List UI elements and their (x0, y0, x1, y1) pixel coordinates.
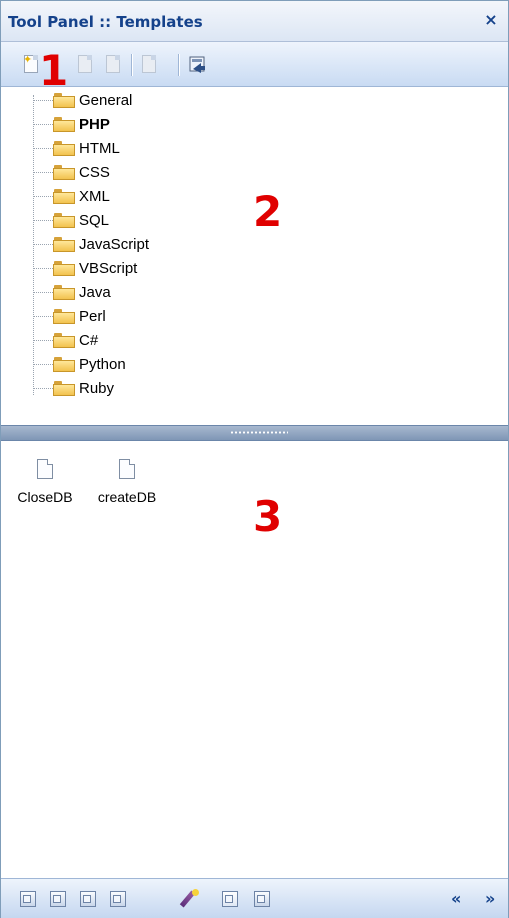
panel-4-button[interactable] (107, 888, 129, 910)
nav-prev-icon[interactable]: « (451, 889, 461, 908)
folder-icon (53, 380, 75, 396)
panel-1-button[interactable] (17, 888, 39, 910)
panel-4-icon (110, 891, 126, 907)
toolbar: ✦ 1 (1, 42, 508, 92)
category-tree: General PHP HTML CSS XML SQL JavaScript … (1, 87, 508, 425)
folder-icon (53, 212, 75, 228)
tree-item[interactable]: XML (33, 185, 110, 207)
file-icon (37, 459, 53, 479)
toolbar-separator (131, 54, 132, 76)
tree-item-label: SQL (79, 211, 110, 229)
bottom-toolbar: « » (1, 878, 508, 918)
templates-panel-icon (222, 891, 238, 907)
tree-item[interactable]: Java (33, 281, 111, 303)
templates-area: CloseDB createDB 3 (1, 441, 508, 877)
folder-icon (53, 356, 75, 372)
wizard-button[interactable] (179, 888, 203, 910)
tree-item[interactable]: PHP (33, 113, 110, 135)
folder-icon (53, 188, 75, 204)
panel-2-icon (50, 891, 66, 907)
export-template-button[interactable] (187, 54, 209, 76)
delete-template-button[interactable] (139, 54, 161, 76)
panel-3-icon (80, 891, 96, 907)
tree-item-label: XML (79, 187, 110, 205)
annotation-1: 1 (39, 46, 69, 95)
annotation-3: 3 (253, 492, 283, 541)
folder-icon (53, 116, 75, 132)
tree-item-label: JavaScript (79, 235, 150, 253)
splitter[interactable] (1, 425, 508, 441)
template-item[interactable]: CloseDB (10, 459, 80, 505)
delete-template-icon (142, 55, 156, 73)
tree-item[interactable]: Python (33, 353, 126, 375)
new-template-icon: ✦ (23, 53, 38, 73)
folder-icon (53, 308, 75, 324)
panel-7-icon (254, 891, 270, 907)
tree-item[interactable]: Ruby (33, 377, 114, 399)
tree-item[interactable]: Perl (33, 305, 106, 327)
tree-item-label: C# (79, 331, 99, 349)
panel-1-icon (20, 891, 36, 907)
annotation-2: 2 (253, 187, 283, 236)
panel-2-button[interactable] (47, 888, 69, 910)
title-bar: Tool Panel :: Templates × (1, 1, 508, 42)
tree-item[interactable]: C# (33, 329, 98, 351)
folder-icon (53, 284, 75, 300)
tree-item[interactable]: HTML (33, 137, 120, 159)
folder-icon (53, 260, 75, 276)
panel-7-button[interactable] (251, 888, 273, 910)
tree-item[interactable]: SQL (33, 209, 109, 231)
tree-item-label: Ruby (79, 379, 115, 397)
copy-template-button[interactable] (75, 54, 97, 76)
tree-item[interactable]: VBScript (33, 257, 137, 279)
folder-icon (53, 332, 75, 348)
splitter-grip (230, 431, 288, 434)
tree-item[interactable]: General (33, 89, 132, 111)
folder-icon (53, 140, 75, 156)
template-item-label: CloseDB (17, 489, 73, 505)
tree-item-label: VBScript (79, 259, 138, 277)
toolbar-separator (178, 54, 179, 76)
close-icon[interactable]: × (482, 11, 500, 29)
tool-panel: Tool Panel :: Templates × ✦ 1 General PH… (0, 0, 509, 918)
tree-item-label: HTML (79, 139, 120, 157)
tree-item[interactable]: JavaScript (33, 233, 149, 255)
tree-item-label: Python (79, 355, 126, 373)
tree-item-label: General (79, 91, 133, 109)
tree-item-label: Java (79, 283, 111, 301)
panel-3-button[interactable] (77, 888, 99, 910)
tree-item[interactable]: CSS (33, 161, 110, 183)
nav-next-icon[interactable]: » (485, 889, 495, 908)
templates-panel-button[interactable] (219, 888, 241, 910)
paste-template-button[interactable] (103, 54, 125, 76)
panel-title: Tool Panel :: Templates (8, 13, 203, 31)
folder-icon (53, 92, 75, 108)
template-item[interactable]: createDB (92, 459, 162, 505)
tree-item-label: CSS (79, 163, 110, 181)
template-item-label: createDB (97, 489, 157, 505)
copy-template-icon (78, 55, 92, 73)
folder-icon (53, 236, 75, 252)
paste-template-icon (106, 55, 120, 73)
export-template-icon (189, 56, 205, 73)
tree-item-label: Perl (79, 307, 106, 325)
folder-icon (53, 164, 75, 180)
file-icon (119, 459, 135, 479)
tree-item-label: PHP (79, 115, 110, 133)
